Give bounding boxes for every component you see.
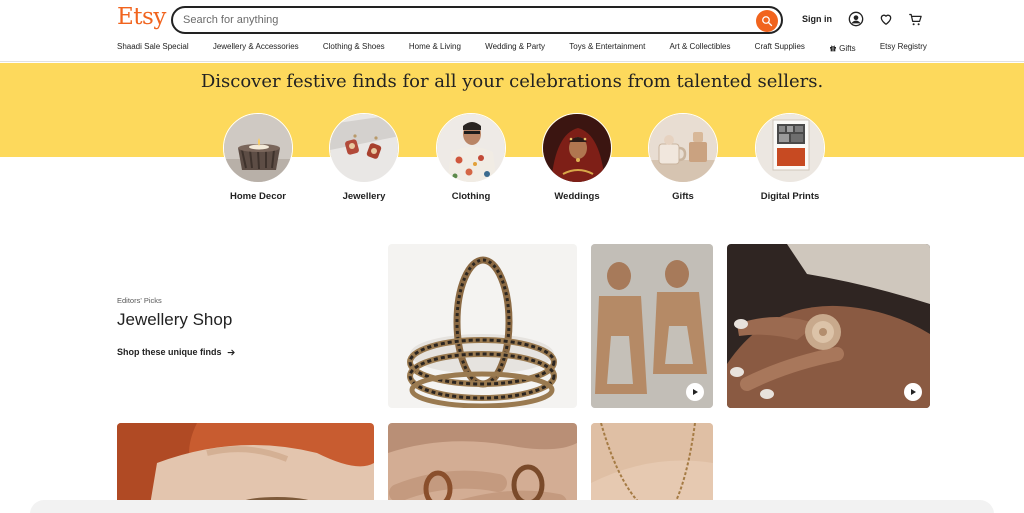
nav-item-registry[interactable]: Etsy Registry bbox=[880, 42, 927, 54]
editors-picks-title: Jewellery Shop bbox=[117, 310, 233, 329]
category-image bbox=[223, 113, 293, 183]
category-jewellery[interactable]: Jewellery bbox=[329, 113, 399, 202]
bottom-panel bbox=[30, 500, 994, 513]
site-header: Etsy Sign in Shaadi Sale Special bbox=[0, 0, 1024, 62]
category-label: Weddings bbox=[554, 191, 600, 202]
hero-title: Discover festive finds for all your cele… bbox=[200, 71, 824, 92]
listing-image bbox=[388, 244, 577, 408]
account-button[interactable] bbox=[848, 11, 864, 27]
arrow-right-icon bbox=[227, 349, 235, 355]
nav-item-clothing[interactable]: Clothing & Shoes bbox=[323, 42, 385, 54]
category-nav: Shaadi Sale Special Jewellery & Accessor… bbox=[117, 42, 927, 54]
listing-bangles[interactable] bbox=[388, 244, 577, 408]
nav-item-art[interactable]: Art & Collectibles bbox=[670, 42, 731, 54]
gift-icon bbox=[830, 45, 837, 52]
search-icon bbox=[762, 16, 773, 27]
nav-item-shaadi-sale[interactable]: Shaadi Sale Special bbox=[117, 42, 189, 54]
category-home-decor[interactable]: Home Decor bbox=[223, 113, 293, 202]
play-icon bbox=[693, 389, 698, 395]
category-image bbox=[648, 113, 718, 183]
listing-ring[interactable] bbox=[727, 244, 930, 408]
nav-item-toys[interactable]: Toys & Entertainment bbox=[569, 42, 645, 54]
shop-unique-finds-link[interactable]: Shop these unique finds bbox=[117, 347, 236, 357]
shop-unique-finds-label: Shop these unique finds bbox=[117, 347, 222, 357]
cart-icon bbox=[908, 13, 922, 25]
search-bar bbox=[171, 6, 783, 34]
sign-in-link[interactable]: Sign in bbox=[802, 14, 832, 24]
nav-item-gifts[interactable]: Gifts bbox=[829, 42, 856, 54]
nav-item-craft[interactable]: Craft Supplies bbox=[755, 42, 805, 54]
nav-item-gifts-label: Gifts bbox=[839, 43, 856, 53]
nav-item-wedding-party[interactable]: Wedding & Party bbox=[485, 42, 545, 54]
cart-button[interactable] bbox=[907, 11, 923, 27]
category-label: Home Decor bbox=[230, 191, 286, 202]
play-video-button[interactable] bbox=[904, 383, 922, 401]
search-input[interactable] bbox=[183, 12, 743, 28]
heart-icon bbox=[880, 14, 892, 25]
play-video-button[interactable] bbox=[686, 383, 704, 401]
user-icon bbox=[848, 11, 864, 27]
category-weddings[interactable]: Weddings bbox=[542, 113, 612, 202]
nav-item-jewellery[interactable]: Jewellery & Accessories bbox=[213, 42, 299, 54]
category-image bbox=[755, 113, 825, 183]
category-label: Clothing bbox=[451, 191, 491, 202]
nav-item-home-living[interactable]: Home & Living bbox=[409, 42, 461, 54]
category-clothing[interactable]: Clothing bbox=[436, 113, 506, 202]
category-label: Gifts bbox=[672, 191, 694, 202]
editors-picks-eyebrow: Editors' Picks bbox=[117, 296, 162, 305]
category-gifts[interactable]: Gifts bbox=[648, 113, 718, 202]
category-image bbox=[436, 113, 506, 183]
category-label: Jewellery bbox=[342, 191, 386, 202]
search-button[interactable] bbox=[756, 10, 778, 32]
category-image bbox=[329, 113, 399, 183]
category-digital-prints[interactable]: Digital Prints bbox=[755, 113, 825, 202]
listing-earrings[interactable] bbox=[591, 244, 713, 408]
category-image bbox=[542, 113, 612, 183]
favorites-button[interactable] bbox=[878, 11, 894, 27]
category-label: Digital Prints bbox=[760, 191, 820, 202]
etsy-logo[interactable]: Etsy bbox=[117, 4, 166, 30]
listing-image bbox=[727, 244, 930, 408]
play-icon bbox=[911, 389, 916, 395]
